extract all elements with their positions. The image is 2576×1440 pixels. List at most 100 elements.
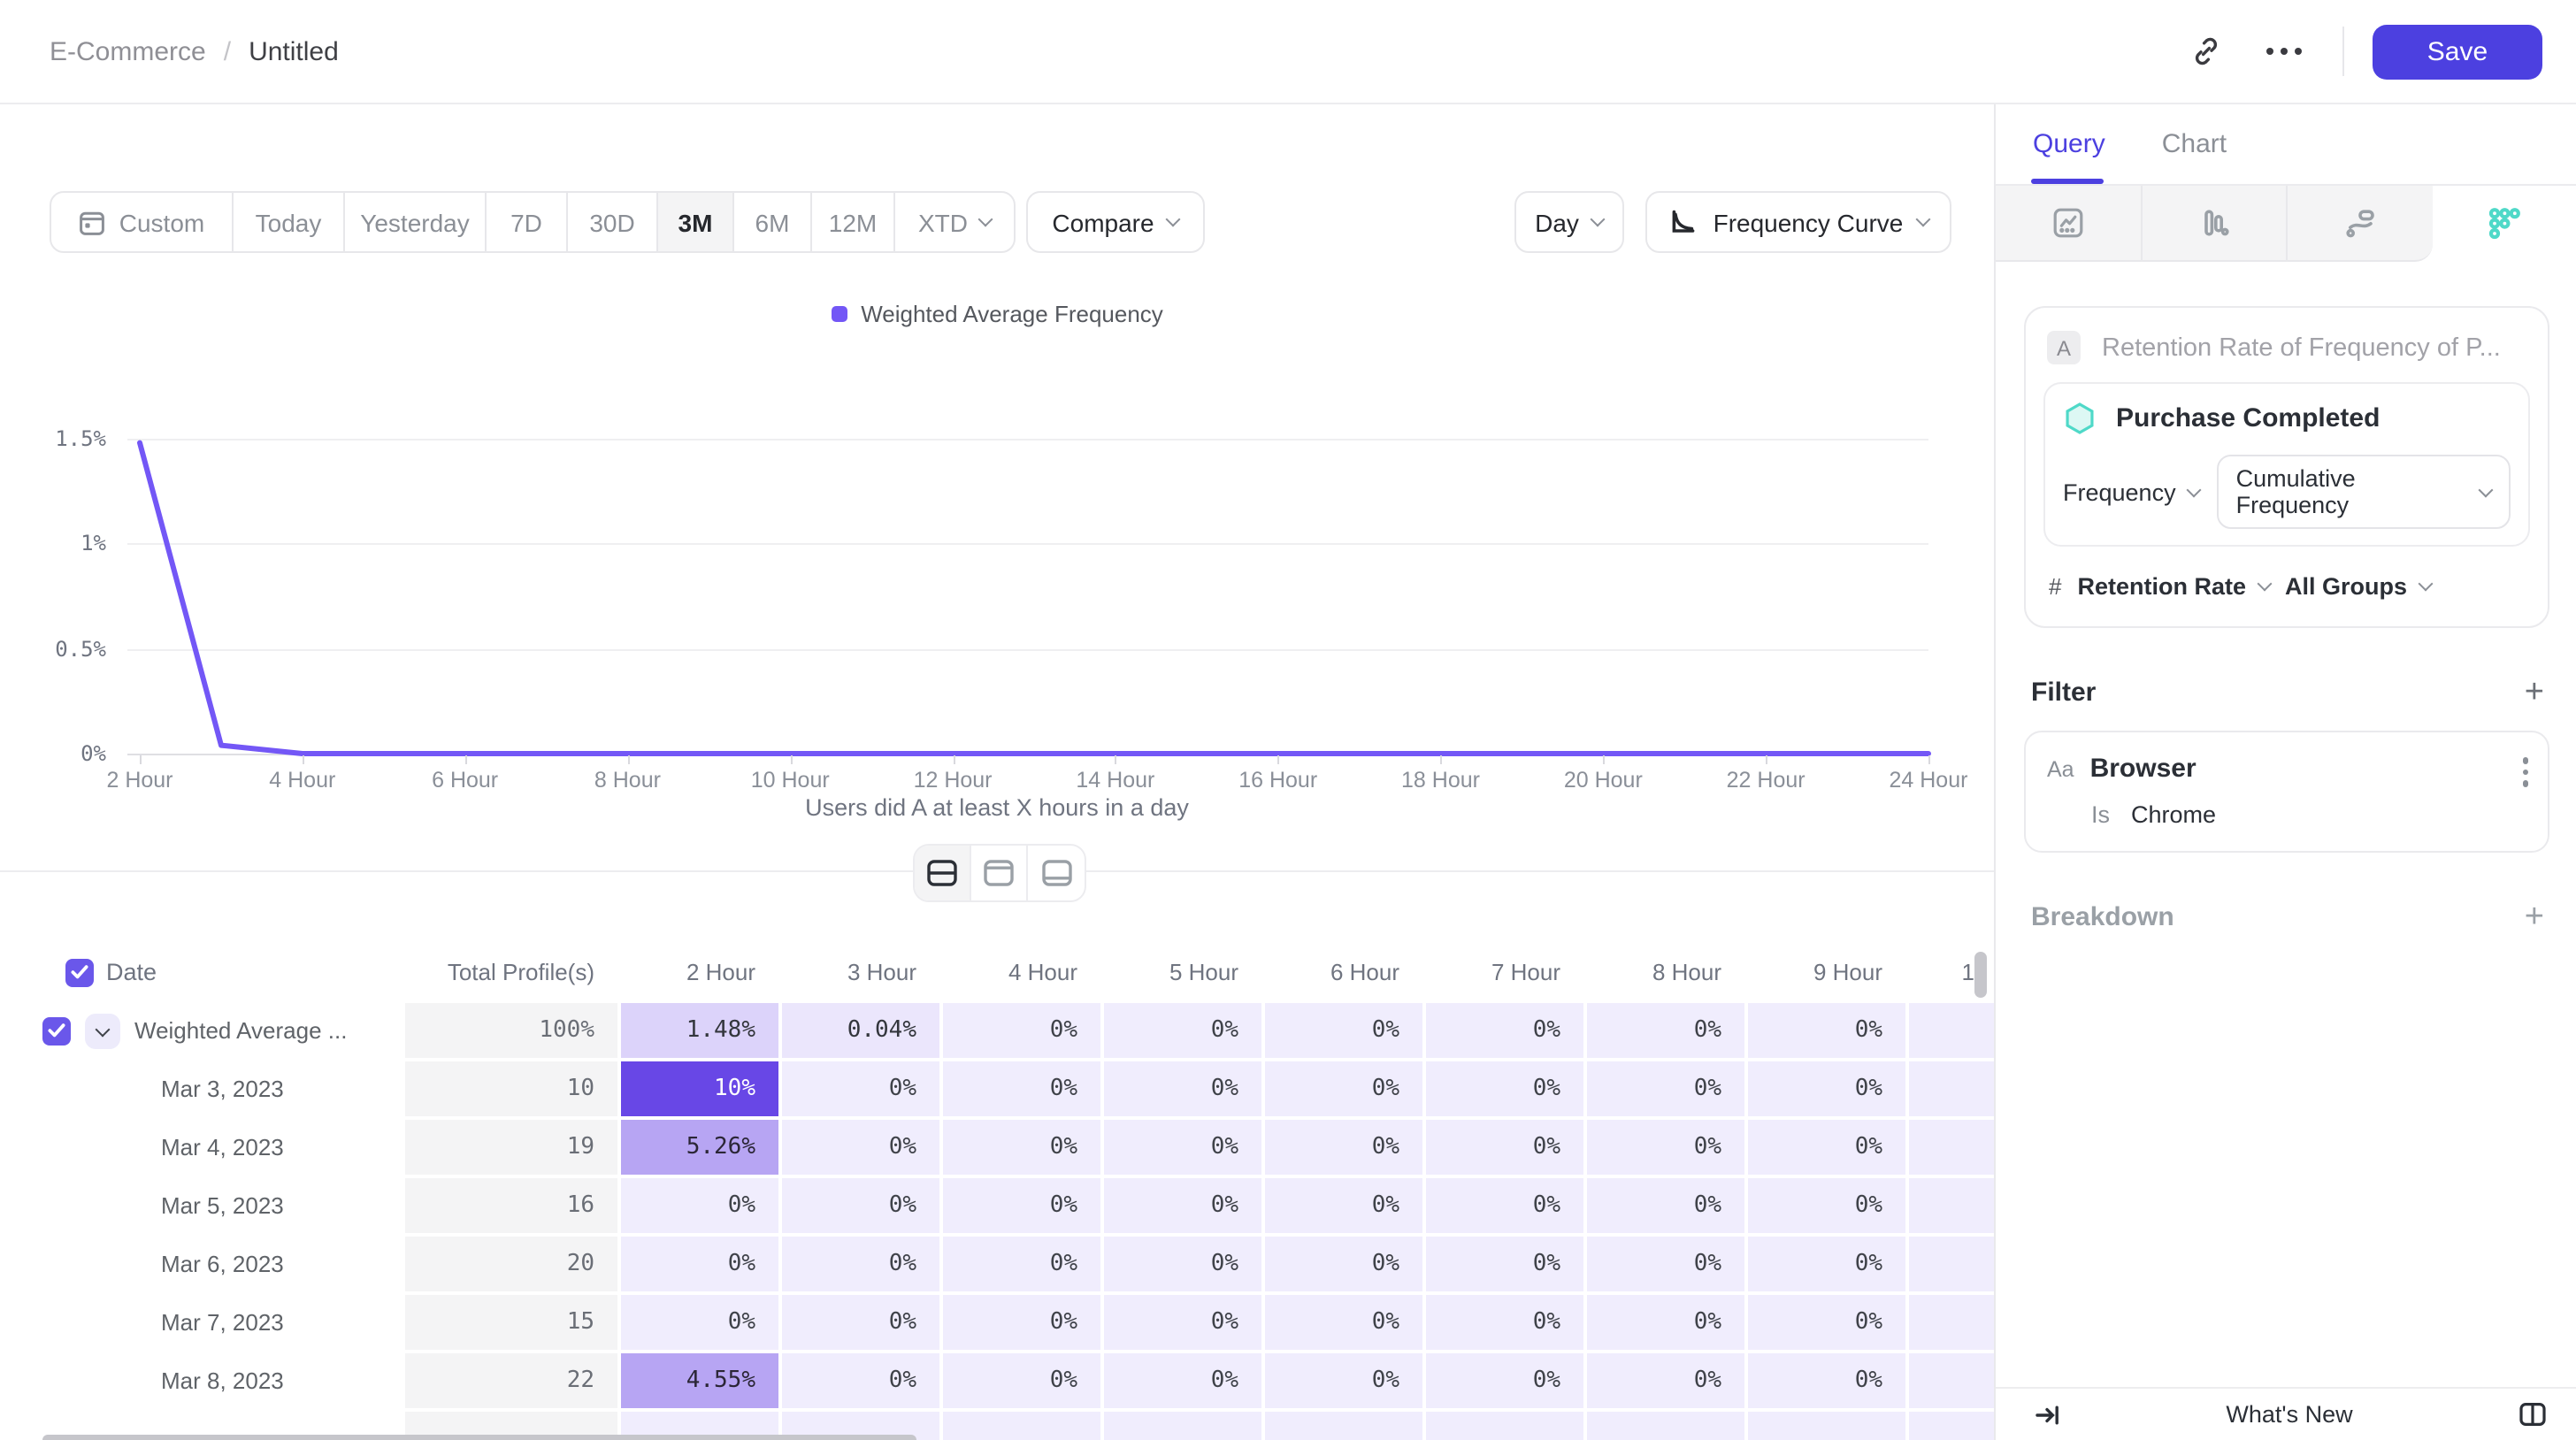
heat-cell: 4.55%	[621, 1353, 778, 1408]
total-cell: 20	[405, 1237, 617, 1291]
x-tick-mark	[1766, 755, 1767, 764]
flows-icon	[2342, 205, 2378, 241]
save-button[interactable]: Save	[2373, 24, 2542, 79]
heat-cell: 0%	[1426, 1120, 1583, 1175]
tab-query[interactable]: Query	[2033, 129, 2105, 159]
groups-dropdown[interactable]: All Groups	[2285, 573, 2430, 600]
select-all-checkbox[interactable]	[65, 958, 94, 986]
filter-value[interactable]: Chrome	[2131, 801, 2216, 828]
column-header: 4 Hour	[943, 945, 1100, 1000]
link-icon	[2189, 34, 2224, 69]
add-filter-button[interactable]: +	[2525, 676, 2544, 709]
column-header: 5 Hour	[1104, 945, 1261, 1000]
summary-row-label: Weighted Average ...	[134, 1017, 347, 1044]
report-main: CustomTodayYesterday7D30D3M6M12MXTD Comp…	[0, 104, 1994, 1440]
heat-cell	[1909, 1353, 1994, 1408]
date-label: Mar 4, 2023	[161, 1134, 284, 1160]
frequency-label: Frequency	[2063, 479, 2176, 505]
heat-cell	[1909, 1178, 1994, 1233]
date-cell: Mar 3, 2023	[0, 1061, 402, 1116]
heat-cell: 0%	[1426, 1003, 1583, 1058]
heat-cell	[1909, 1237, 1994, 1291]
breakdown-heading: Breakdown	[2031, 902, 2174, 932]
expand-row-button[interactable]	[85, 1013, 120, 1048]
horizontal-scrollbar[interactable]	[42, 1435, 916, 1440]
measure-dropdown[interactable]: Retention Rate	[2077, 573, 2269, 600]
x-tick-label: 22 Hour	[1695, 768, 1836, 793]
layout-chart-only-toggle[interactable]	[971, 846, 1028, 900]
heat-cell: 0%	[1748, 1178, 1905, 1233]
table-row: Mar 3, 20231010%0%0%0%0%0%0%0%	[0, 1061, 1994, 1120]
add-breakdown-button[interactable]: +	[2525, 900, 2544, 934]
heat-cell: 0%	[1426, 1353, 1583, 1408]
vertical-scrollbar[interactable]	[1974, 952, 1987, 998]
breadcrumb-report-title[interactable]: Untitled	[249, 36, 339, 66]
x-tick-label: 16 Hour	[1208, 768, 1349, 793]
total-cell: 16	[405, 1178, 617, 1233]
series-title[interactable]: Retention Rate of Frequency of P...	[2102, 333, 2501, 362]
report-type-insights[interactable]	[1996, 186, 2142, 262]
x-tick-mark	[953, 755, 954, 764]
toggle-panel-button[interactable]	[2512, 1395, 2551, 1434]
copy-link-button[interactable]	[2176, 21, 2236, 81]
heat-cell: 1.48%	[621, 1003, 778, 1058]
header-divider	[2342, 27, 2344, 76]
heat-cell: 0%	[1104, 1237, 1261, 1291]
sidebar-content: A Retention Rate of Frequency of P... Pu…	[1996, 262, 2576, 934]
whats-new-link[interactable]: What's New	[2226, 1401, 2352, 1428]
breadcrumb-project[interactable]: E-Commerce	[50, 36, 206, 66]
groups-label: All Groups	[2285, 573, 2407, 600]
query-sidebar: Query Chart	[1994, 104, 2576, 1440]
heat-cell: 0%	[1426, 1295, 1583, 1350]
heat-cell	[1909, 1061, 1994, 1116]
retention-dots-icon	[2486, 205, 2523, 242]
column-header: 3 Hour	[782, 945, 939, 1000]
chevron-down-icon	[2479, 482, 2494, 497]
number-measure-icon: #	[2049, 573, 2061, 600]
series-checkbox[interactable]	[42, 1016, 71, 1045]
heat-cell: 0%	[1265, 1237, 1422, 1291]
heat-cell: 0%	[943, 1295, 1100, 1350]
frequency-type-dropdown[interactable]: Cumulative Frequency	[2217, 455, 2511, 529]
heat-cell: 0%	[621, 1295, 778, 1350]
query-series-card: A Retention Rate of Frequency of P... Pu…	[2024, 306, 2549, 628]
frequency-dropdown[interactable]: Frequency	[2063, 479, 2199, 505]
layout-table-only-toggle[interactable]	[1028, 846, 1085, 900]
heat-cell: 0%	[1748, 1237, 1905, 1291]
heat-cell: 0%	[1104, 1003, 1261, 1058]
x-tick-label: 6 Hour	[395, 768, 536, 793]
heat-cell: 0%	[1748, 1061, 1905, 1116]
heat-cell: 0%	[1265, 1061, 1422, 1116]
event-name[interactable]: Purchase Completed	[2116, 403, 2380, 433]
filter-property[interactable]: Browser	[2090, 754, 2196, 784]
layout-split-toggle[interactable]	[915, 846, 971, 900]
heat-cell: 0%	[1265, 1003, 1422, 1058]
x-tick-mark	[303, 755, 304, 764]
column-header: Date	[0, 945, 402, 1000]
tab-chart[interactable]: Chart	[2162, 129, 2227, 159]
x-tick-label: 18 Hour	[1370, 768, 1512, 793]
report-type-funnels[interactable]	[2142, 186, 2288, 262]
more-options-button[interactable]	[2254, 21, 2314, 81]
heat-cell: 0%	[1587, 1353, 1744, 1408]
heat-cell	[1587, 1412, 1744, 1440]
heat-cell	[1104, 1412, 1261, 1440]
x-tick-mark	[465, 755, 467, 764]
filter-options-kebab[interactable]	[2522, 757, 2528, 786]
report-type-retention[interactable]	[2432, 186, 2576, 262]
table-row: Mar 6, 2023200%0%0%0%0%0%0%0%	[0, 1237, 1994, 1295]
x-tick-mark	[1441, 755, 1443, 764]
heat-cell: 0%	[1265, 1295, 1422, 1350]
heat-cell: 0%	[943, 1178, 1100, 1233]
heat-cell: 0%	[621, 1237, 778, 1291]
breadcrumb-separator: /	[224, 36, 231, 66]
column-header: 2 Hour	[621, 945, 778, 1000]
date-cell: Mar 6, 2023	[0, 1237, 402, 1291]
report-type-flows[interactable]	[2288, 186, 2432, 262]
collapse-sidebar-button[interactable]	[2028, 1395, 2066, 1434]
heat-cell: 0%	[1426, 1178, 1583, 1233]
total-cell: 22	[405, 1353, 617, 1408]
summary-row: Weighted Average ...100%1.48%0.04%0%0%0%…	[0, 1003, 1994, 1061]
filter-operator[interactable]: Is	[2091, 801, 2110, 828]
event-hexagon-icon	[2063, 402, 2097, 435]
